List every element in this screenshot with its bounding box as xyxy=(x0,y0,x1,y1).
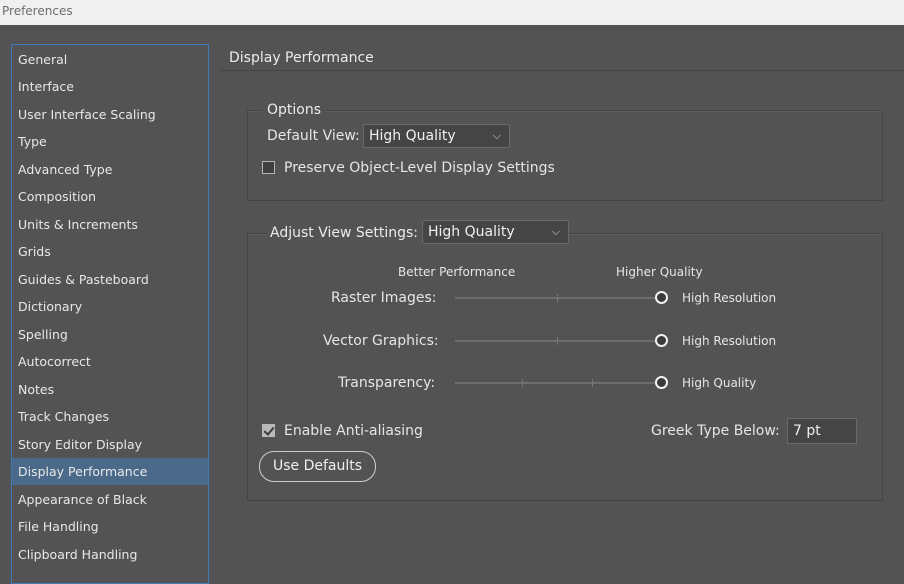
page-title: Display Performance xyxy=(229,50,374,66)
preserve-settings-label: Preserve Object-Level Display Settings xyxy=(284,160,555,176)
preferences-sidebar: General Interface User Interface Scaling… xyxy=(11,44,209,584)
sidebar-item-story-editor-display[interactable]: Story Editor Display xyxy=(12,431,208,458)
raster-slider-thumb[interactable] xyxy=(654,291,668,304)
raster-slider-tick xyxy=(557,294,558,302)
anti-aliasing-checkbox[interactable] xyxy=(262,424,275,437)
window-title: Preferences xyxy=(0,0,904,25)
sidebar-item-spelling[interactable]: Spelling xyxy=(12,321,208,348)
sidebar-item-file-handling[interactable]: File Handling xyxy=(12,513,208,540)
transparency-value-label: High Quality xyxy=(682,376,757,390)
vector-slider-tick xyxy=(557,337,558,345)
default-view-dropdown[interactable]: High Quality ⌵ xyxy=(363,124,510,148)
sidebar-item-ui-scaling[interactable]: User Interface Scaling xyxy=(12,101,208,128)
sidebar-item-grids[interactable]: Grids xyxy=(12,238,208,265)
default-view-label: Default View: xyxy=(267,128,360,144)
better-performance-label: Better Performance xyxy=(398,265,516,279)
default-view-value: High Quality xyxy=(369,128,456,144)
title-divider xyxy=(220,70,904,71)
adjust-view-value: High Quality xyxy=(428,224,515,240)
transparency-slider-thumb[interactable] xyxy=(654,376,668,389)
use-defaults-button[interactable]: Use Defaults xyxy=(259,451,376,482)
sidebar-item-dictionary[interactable]: Dictionary xyxy=(12,293,208,320)
sidebar-item-interface[interactable]: Interface xyxy=(12,73,208,100)
sidebar-item-notes[interactable]: Notes xyxy=(12,376,208,403)
transparency-slider-track[interactable] xyxy=(455,382,661,384)
sidebar-item-appearance-of-black[interactable]: Appearance of Black xyxy=(12,486,208,513)
options-group xyxy=(247,110,883,201)
adjust-view-dropdown[interactable]: High Quality ⌵ xyxy=(422,220,569,244)
sidebar-item-clipboard-handling[interactable]: Clipboard Handling xyxy=(12,541,208,568)
higher-quality-label: Higher Quality xyxy=(616,265,703,279)
greek-type-label: Greek Type Below: xyxy=(651,423,780,439)
raster-value-label: High Resolution xyxy=(682,291,777,305)
transparency-slider-tick xyxy=(522,379,523,387)
sidebar-item-type[interactable]: Type xyxy=(12,128,208,155)
options-legend: Options xyxy=(263,102,326,118)
greek-type-input[interactable]: 7 pt xyxy=(787,418,857,444)
chevron-down-icon: ⌵ xyxy=(492,129,501,142)
adjust-view-label: Adjust View Settings: xyxy=(266,225,423,247)
sidebar-item-autocorrect[interactable]: Autocorrect xyxy=(12,348,208,375)
vector-value-label: High Resolution xyxy=(682,334,777,348)
raster-images-label: Raster Images: xyxy=(331,290,437,306)
sidebar-item-guides-pasteboard[interactable]: Guides & Pasteboard xyxy=(12,266,208,293)
sidebar-item-composition[interactable]: Composition xyxy=(12,183,208,210)
vector-slider-track[interactable] xyxy=(455,340,661,342)
sidebar-item-track-changes[interactable]: Track Changes xyxy=(12,403,208,430)
chevron-down-icon: ⌵ xyxy=(551,225,560,238)
sidebar-item-units-increments[interactable]: Units & Increments xyxy=(12,211,208,238)
transparency-slider-tick xyxy=(592,379,593,387)
sidebar-item-general[interactable]: General xyxy=(12,46,208,73)
sidebar-item-advanced-type[interactable]: Advanced Type xyxy=(12,156,208,183)
preserve-settings-checkbox[interactable] xyxy=(262,161,275,174)
transparency-label: Transparency: xyxy=(338,375,436,391)
vector-slider-thumb[interactable] xyxy=(654,334,668,347)
vector-graphics-label: Vector Graphics: xyxy=(323,333,439,349)
sidebar-item-display-performance[interactable]: Display Performance xyxy=(12,458,208,485)
anti-aliasing-label: Enable Anti-aliasing xyxy=(284,423,423,439)
raster-slider-track[interactable] xyxy=(455,297,661,299)
